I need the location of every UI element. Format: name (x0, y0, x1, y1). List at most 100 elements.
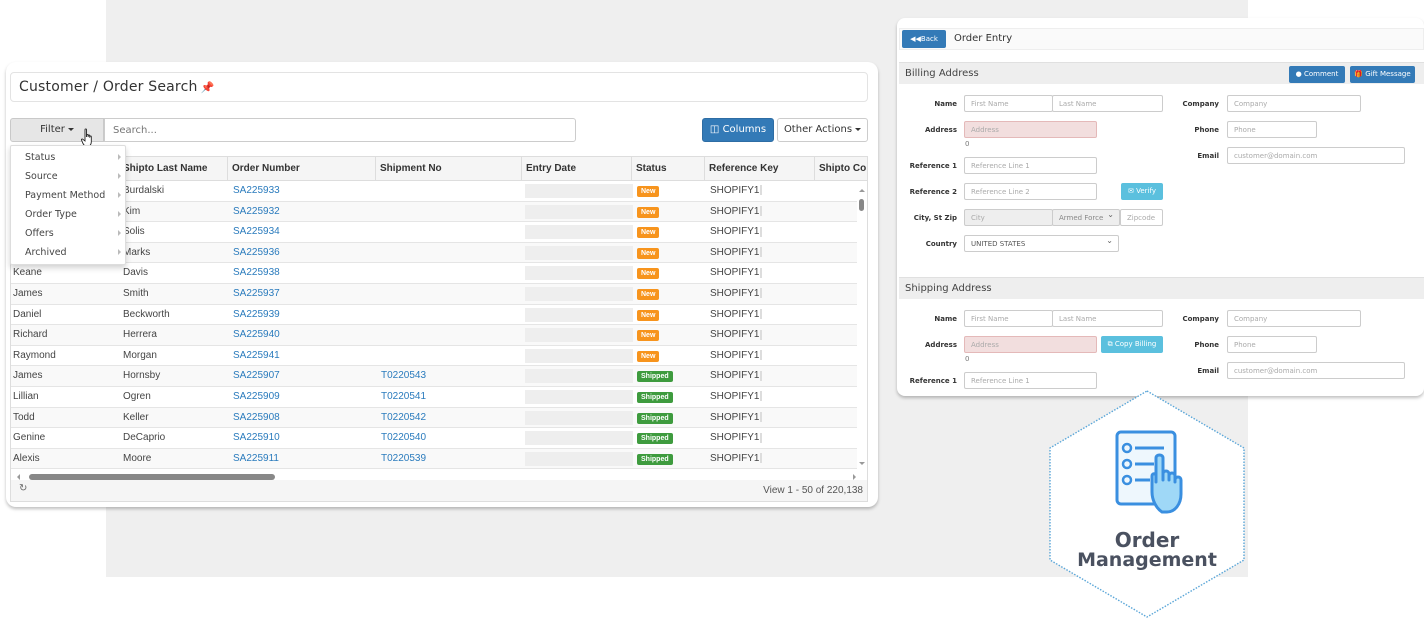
verify-label: Verify (1136, 187, 1156, 195)
shipment-no-link[interactable]: T0220543 (381, 366, 426, 386)
billing-state-select[interactable]: Armed Force (1052, 209, 1120, 226)
table-row[interactable]: Genine DeCaprio SA225910 T0220540 Shipped SHO… (11, 428, 859, 449)
search-input[interactable] (104, 118, 576, 142)
pager-bar: ↻ View 1 - 50 of 220,138 (10, 480, 868, 502)
table-row[interactable]: Richard Herrera SA225940 New SHOPIFY1 (11, 325, 859, 346)
pushpin-icon[interactable]: 📌 (201, 81, 215, 94)
caret-down-icon (855, 127, 862, 131)
billing-ref2-input[interactable]: Reference Line 2 (964, 183, 1097, 200)
menu-item-label: Offers (25, 228, 54, 239)
filter-menu-item-payment-method[interactable]: Payment Method (11, 186, 127, 205)
cell-entry-date (525, 225, 633, 240)
billing-company-input[interactable]: Company (1227, 95, 1361, 112)
billing-country-select[interactable]: UNITED STATES (964, 235, 1119, 252)
order-number-link[interactable]: SA225939 (233, 305, 280, 325)
table-row[interactable]: James Hornsby SA225907 T0220543 Shipped SHOPI… (11, 366, 859, 387)
truncated-text-marker (760, 205, 763, 216)
col-status[interactable]: Status (632, 157, 705, 181)
filter-menu-item-order-type[interactable]: Order Type (11, 205, 127, 224)
order-number-link[interactable]: SA225940 (233, 325, 280, 345)
shipment-no-link[interactable]: T0220539 (381, 449, 426, 469)
shipping-phone-input[interactable]: Phone (1227, 336, 1317, 353)
cell-last-name: Keller (123, 411, 149, 423)
shipping-ref1-input[interactable]: Reference Line 1 (964, 372, 1097, 389)
menu-item-label: Status (25, 152, 56, 163)
billing-first-name-input[interactable]: First Name (964, 95, 1053, 112)
order-number-link[interactable]: SA225941 (233, 346, 280, 366)
comment-button[interactable]: ● Comment (1289, 66, 1345, 83)
col-order-number[interactable]: Order Number (228, 157, 376, 181)
billing-phone-input[interactable]: Phone (1227, 121, 1317, 138)
billing-email-input[interactable]: customer@domain.com (1227, 147, 1405, 164)
menu-item-label: Archived (25, 247, 67, 258)
order-number-link[interactable]: SA225937 (233, 284, 280, 304)
order-number-link[interactable]: SA225938 (233, 263, 280, 283)
order-number-link[interactable]: SA225933 (233, 181, 280, 201)
copy-billing-button[interactable]: ⧉ Copy Billing (1101, 336, 1163, 353)
gift-message-button[interactable]: 🎁 Gift Message (1350, 66, 1415, 83)
filter-menu-item-offers[interactable]: Offers (11, 224, 127, 243)
shipping-last-name-input[interactable]: Last Name (1052, 310, 1163, 327)
shipping-first-name-input[interactable]: First Name (964, 310, 1053, 327)
verify-button[interactable]: ✉ Verify (1121, 183, 1163, 200)
shipping-company-input[interactable]: Company (1227, 310, 1361, 327)
table-row[interactable]: Keane Davis SA225938 New SHOPIFY1 (11, 263, 859, 284)
table-row[interactable]: Raymond Morgan SA225941 New SHOPIFY1 (11, 346, 859, 367)
order-number-link[interactable]: SA225911 (233, 449, 279, 469)
col-entry-date[interactable]: Entry Date (522, 157, 632, 181)
col-shipto-last-name[interactable]: Shipto Last Name (119, 157, 228, 181)
table-row[interactable]: Lillian Ogren SA225909 T0220541 Shipped SHOPI… (11, 387, 859, 408)
table-row[interactable]: Marks SA225936 New SHOPIFY1 (11, 242, 859, 264)
billing-city-input[interactable]: City (964, 209, 1053, 226)
order-number-link[interactable]: SA225909 (233, 387, 280, 407)
table-row[interactable]: Solis SA225934 New SHOPIFY1 (11, 222, 859, 243)
col-shipment-no[interactable]: Shipment No (376, 157, 522, 181)
cell-entry-date (525, 245, 633, 260)
vertical-scrollbar[interactable] (857, 181, 867, 471)
cell-reference-key: SHOPIFY1 (710, 243, 763, 263)
shipping-name-label: Name (934, 315, 957, 323)
checklist-hand-icon (1115, 430, 1183, 514)
scroll-thumb[interactable] (859, 199, 864, 211)
refresh-icon[interactable]: ↻ (19, 483, 27, 494)
table-row[interactable]: Alexis Moore SA225911 T0220539 Shipped SHOPIF… (11, 448, 859, 470)
other-actions-label: Other Actions (783, 124, 853, 135)
order-number-link[interactable]: SA225908 (233, 408, 280, 428)
shipment-no-link[interactable]: T0220540 (381, 428, 426, 448)
billing-zip-input[interactable]: Zipcode (1120, 209, 1163, 226)
billing-ref1-input[interactable]: Reference Line 1 (964, 157, 1097, 174)
table-row[interactable]: Todd Keller SA225908 T0220542 Shipped SHOPIFY… (11, 407, 859, 429)
status-badge: New (637, 330, 660, 342)
shipment-no-link[interactable]: T0220542 (381, 408, 426, 428)
table-row[interactable]: James Smith SA225937 New SHOPIFY1 (11, 284, 859, 305)
shipping-address-input[interactable]: Address (964, 336, 1097, 353)
billing-address-input[interactable]: Address (964, 121, 1097, 138)
shipment-no-link[interactable]: T0220541 (381, 387, 426, 407)
billing-address-label: Address (925, 126, 957, 134)
reference-key-text: SHOPIFY1 (710, 308, 760, 320)
scroll-down-icon[interactable] (859, 462, 865, 465)
table-row[interactable]: Kim SA225932 New SHOPIFY1 (11, 201, 859, 223)
truncated-text-marker (760, 288, 763, 299)
shipping-email-input[interactable]: customer@domain.com (1227, 362, 1405, 379)
order-number-link[interactable]: SA225936 (233, 243, 280, 263)
billing-last-name-input[interactable]: Last Name (1052, 95, 1163, 112)
table-row[interactable]: Daniel Beckworth SA225939 New SHOPIFY1 (11, 305, 859, 326)
filter-menu-item-source[interactable]: Source (11, 167, 127, 186)
order-number-link[interactable]: SA225932 (233, 202, 280, 222)
cell-entry-date (525, 348, 633, 363)
order-number-link[interactable]: SA225907 (233, 366, 280, 386)
col-shipto-company[interactable]: Shipto Co (815, 157, 867, 181)
table-row[interactable]: Burdalski SA225933 New SHOPIFY1 (11, 181, 859, 202)
filter-menu-item-archived[interactable]: Archived (11, 243, 127, 262)
back-button[interactable]: ◀◀Back (902, 30, 946, 48)
envelope-icon: ✉ (1128, 187, 1137, 195)
back-label: Back (920, 35, 938, 43)
other-actions-button[interactable]: Other Actions (777, 118, 868, 142)
order-number-link[interactable]: SA225934 (233, 222, 280, 242)
filter-menu-item-status[interactable]: Status (11, 148, 127, 167)
order-number-link[interactable]: SA225910 (233, 428, 280, 448)
col-reference-key[interactable]: Reference Key (705, 157, 815, 181)
scroll-up-icon[interactable] (859, 189, 865, 192)
columns-button[interactable]: ◫ Columns (702, 118, 774, 142)
